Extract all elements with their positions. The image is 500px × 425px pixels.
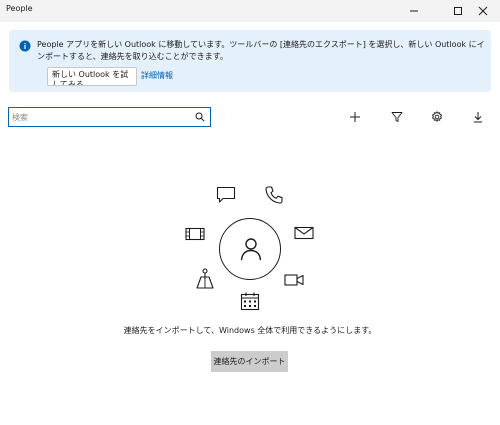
plus-icon: [350, 112, 360, 122]
gear-icon: [432, 111, 442, 122]
app-title: People: [6, 4, 33, 13]
calendar-icon: [240, 292, 260, 311]
download-icon: [474, 112, 482, 123]
import-contacts-button[interactable]: 連絡先のインポート: [211, 351, 288, 372]
film-icon: [185, 227, 205, 241]
chat-icon: [216, 186, 236, 204]
settings-button[interactable]: [426, 106, 448, 128]
search-input[interactable]: [12, 110, 192, 124]
add-contact-button[interactable]: [344, 106, 366, 128]
title-bar: People: [0, 0, 500, 22]
maximize-icon: [454, 7, 462, 15]
video-camera-icon: [284, 273, 304, 287]
map-pin-icon: [196, 268, 214, 290]
export-button[interactable]: [467, 106, 489, 128]
banner-message: People アプリを新しい Outlook に移動しています。ツールバーの […: [37, 40, 485, 61]
close-icon: [478, 6, 488, 16]
search-box[interactable]: [8, 107, 211, 127]
contact-avatar-circle: [219, 218, 281, 280]
empty-state-message: 連絡先をインポートして、Windows 全体で利用できるようにします。: [123, 326, 377, 335]
info-icon: [19, 40, 31, 52]
filter-button[interactable]: [386, 106, 408, 128]
outlook-migration-banner: People アプリを新しい Outlook に移動しています。ツールバーの […: [9, 30, 491, 92]
search-icon[interactable]: [195, 112, 205, 122]
person-icon: [240, 238, 262, 261]
mail-icon: [294, 226, 314, 240]
details-link[interactable]: 詳細情報: [141, 70, 173, 81]
close-button[interactable]: [466, 0, 500, 22]
filter-icon: [391, 112, 403, 122]
phone-icon: [264, 185, 284, 205]
minimize-button[interactable]: [397, 0, 431, 22]
try-new-outlook-button[interactable]: 新しい Outlook を試してみる: [47, 67, 137, 86]
minimize-icon: [410, 10, 418, 12]
